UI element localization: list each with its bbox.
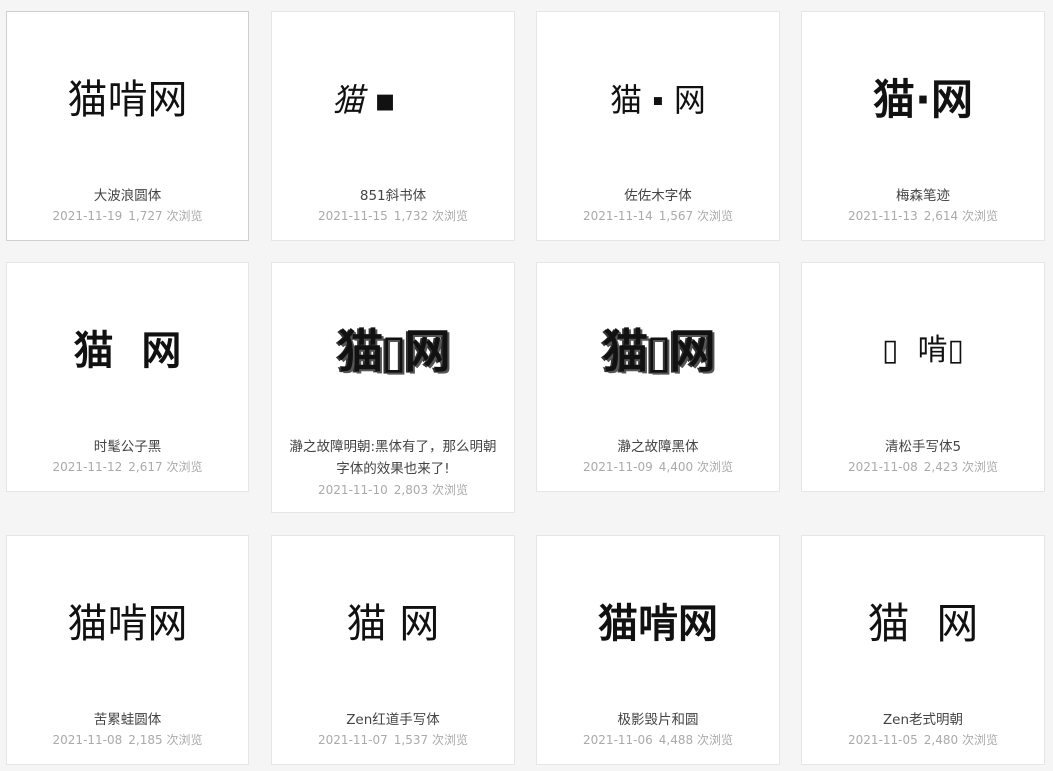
font-card[interactable]: 猫▯网 瀞之故障黑体 2021-11-09 4,400 次浏览 bbox=[536, 262, 780, 492]
publish-date: 2021-11-10 bbox=[318, 483, 388, 497]
font-title-link[interactable]: Zen红道手写体 bbox=[286, 709, 500, 731]
view-count: 2,185 次浏览 bbox=[128, 733, 203, 747]
font-meta: 2021-11-13 2,614 次浏览 bbox=[802, 208, 1044, 224]
font-card[interactable]: 猫啃网 苦累蛙圆体 2021-11-08 2,185 次浏览 bbox=[6, 535, 249, 765]
font-title-link[interactable]: 佐佐木字体 bbox=[551, 185, 765, 207]
font-title-link[interactable]: 极影毁片和圆 bbox=[551, 709, 765, 731]
font-preview-image[interactable]: 猫 ▪ bbox=[272, 12, 514, 187]
font-meta: 2021-11-07 1,537 次浏览 bbox=[272, 732, 514, 748]
view-count: 2,803 次浏览 bbox=[393, 483, 468, 497]
font-meta: 2021-11-06 4,488 次浏览 bbox=[537, 732, 779, 748]
font-meta: 2021-11-09 4,400 次浏览 bbox=[537, 459, 779, 475]
font-title-link[interactable]: 851斜书体 bbox=[286, 185, 500, 207]
font-meta: 2021-11-08 2,185 次浏览 bbox=[7, 732, 248, 748]
view-count: 2,423 次浏览 bbox=[923, 460, 998, 474]
publish-date: 2021-11-12 bbox=[52, 460, 123, 474]
publish-date: 2021-11-19 bbox=[52, 209, 123, 223]
font-title-link[interactable]: 清松手写体5 bbox=[816, 436, 1030, 458]
font-card[interactable]: 猫 网 Zen红道手写体 2021-11-07 1,537 次浏览 bbox=[271, 535, 515, 765]
font-meta: 2021-11-14 1,567 次浏览 bbox=[537, 208, 779, 224]
font-card[interactable]: 猫 ▪ 851斜书体 2021-11-15 1,732 次浏览 bbox=[271, 11, 515, 241]
font-meta: 2021-11-12 2,617 次浏览 bbox=[7, 459, 248, 475]
font-title-link[interactable]: Zen老式明朝 bbox=[816, 709, 1030, 731]
font-card[interactable]: 猫 ▪ 网 佐佐木字体 2021-11-14 1,567 次浏览 bbox=[536, 11, 780, 241]
font-meta: 2021-11-08 2,423 次浏览 bbox=[802, 459, 1044, 475]
publish-date: 2021-11-15 bbox=[318, 209, 388, 223]
view-count: 2,480 次浏览 bbox=[923, 733, 998, 747]
font-card[interactable]: 猫·网 梅森笔迹 2021-11-13 2,614 次浏览 bbox=[801, 11, 1045, 241]
publish-date: 2021-11-08 bbox=[52, 733, 123, 747]
view-count: 4,488 次浏览 bbox=[658, 733, 733, 747]
font-meta: 2021-11-15 1,732 次浏览 bbox=[272, 208, 514, 224]
publish-date: 2021-11-13 bbox=[848, 209, 918, 223]
view-count: 2,617 次浏览 bbox=[128, 460, 203, 474]
publish-date: 2021-11-05 bbox=[848, 733, 918, 747]
publish-date: 2021-11-08 bbox=[848, 460, 918, 474]
publish-date: 2021-11-06 bbox=[583, 733, 653, 747]
font-preview-image[interactable]: 猫 网 bbox=[272, 536, 514, 711]
font-card[interactable]: 猫 网 时髦公子黑 2021-11-12 2,617 次浏览 bbox=[6, 262, 249, 492]
font-card[interactable]: ▯ 啃▯ 清松手写体5 2021-11-08 2,423 次浏览 bbox=[801, 262, 1045, 492]
font-preview-image[interactable]: 猫▯网 bbox=[537, 263, 779, 438]
font-preview-image[interactable]: 猫啃网 bbox=[7, 536, 248, 711]
font-preview-image[interactable]: 猫▯网 bbox=[272, 263, 514, 438]
font-title-link[interactable]: 苦累蛙圆体 bbox=[21, 709, 234, 731]
font-card[interactable]: 猫啃网 大波浪圆体 2021-11-19 1,727 次浏览 bbox=[6, 11, 249, 241]
view-count: 1,727 次浏览 bbox=[128, 209, 203, 223]
font-card[interactable]: 猫▯网 瀞之故障明朝:黑体有了，那么明朝字体的效果也来了! 2021-11-10… bbox=[271, 262, 515, 513]
view-count: 1,537 次浏览 bbox=[393, 733, 468, 747]
view-count: 4,400 次浏览 bbox=[658, 460, 733, 474]
font-title-link[interactable]: 瀞之故障黑体 bbox=[551, 436, 765, 458]
publish-date: 2021-11-09 bbox=[583, 460, 653, 474]
font-title-link[interactable]: 瀞之故障明朝:黑体有了，那么明朝字体的效果也来了! bbox=[286, 436, 500, 480]
font-meta: 2021-11-05 2,480 次浏览 bbox=[802, 732, 1044, 748]
font-title-link[interactable]: 时髦公子黑 bbox=[21, 436, 234, 458]
publish-date: 2021-11-07 bbox=[318, 733, 388, 747]
font-preview-image[interactable]: 猫啃网 bbox=[7, 12, 248, 187]
view-count: 1,732 次浏览 bbox=[393, 209, 468, 223]
view-count: 2,614 次浏览 bbox=[923, 209, 998, 223]
font-card[interactable]: 猫啃网 极影毁片和圆 2021-11-06 4,488 次浏览 bbox=[536, 535, 780, 765]
font-card[interactable]: 猫 网 Zen老式明朝 2021-11-05 2,480 次浏览 bbox=[801, 535, 1045, 765]
font-preview-image[interactable]: 猫啃网 bbox=[537, 536, 779, 711]
publish-date: 2021-11-14 bbox=[583, 209, 653, 223]
font-meta: 2021-11-19 1,727 次浏览 bbox=[7, 208, 248, 224]
font-preview-image[interactable]: 猫 网 bbox=[802, 536, 1044, 711]
font-preview-image[interactable]: 猫 ▪ 网 bbox=[537, 12, 779, 187]
font-title-link[interactable]: 梅森笔迹 bbox=[816, 185, 1030, 207]
font-preview-image[interactable]: 猫·网 bbox=[802, 12, 1044, 187]
font-preview-image[interactable]: 猫 网 bbox=[7, 263, 248, 438]
view-count: 1,567 次浏览 bbox=[658, 209, 733, 223]
font-preview-image[interactable]: ▯ 啃▯ bbox=[802, 263, 1044, 438]
font-title-link[interactable]: 大波浪圆体 bbox=[21, 185, 234, 207]
font-meta: 2021-11-10 2,803 次浏览 bbox=[272, 482, 514, 498]
